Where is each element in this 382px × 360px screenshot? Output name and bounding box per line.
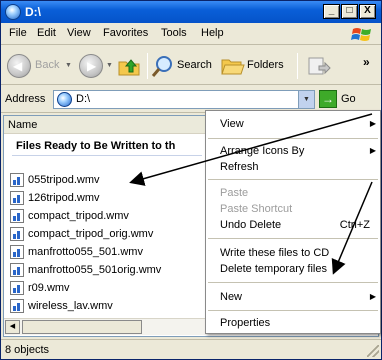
search-icon[interactable] <box>151 54 175 78</box>
forward-dropdown-icon[interactable]: ▼ <box>106 62 113 69</box>
scrollbar-thumb[interactable] <box>22 320 142 334</box>
go-arrow-icon[interactable]: → <box>319 90 337 108</box>
folders-icon[interactable] <box>221 54 245 78</box>
context-item-undo-delete[interactable]: Undo Delete <box>220 219 281 231</box>
status-text: 8 objects <box>5 344 50 356</box>
back-dropdown-icon[interactable]: ▼ <box>65 62 72 69</box>
file-name: 126tripod.wmv <box>28 192 100 204</box>
context-menu: View ▶ Arrange Icons By ▶ Refresh Paste … <box>205 110 381 334</box>
address-bar: Address D:\ ▼ → Go <box>1 85 381 113</box>
context-item-write-to-cd[interactable]: Write these files to CD <box>220 247 329 259</box>
toolbar-overflow-chevron-icon[interactable]: » <box>363 55 370 69</box>
arrow-right-icon: ▶ <box>87 59 97 73</box>
menu-bar: File Edit View Favorites Tools Help <box>1 23 381 45</box>
move-to-icon[interactable] <box>307 54 331 78</box>
context-item-arrange-icons-by[interactable]: Arrange Icons By <box>220 145 304 157</box>
drive-icon <box>5 4 21 20</box>
undo-shortcut: Ctrl+Z <box>339 219 370 231</box>
menu-separator <box>208 310 378 311</box>
context-item-view[interactable]: View <box>220 118 244 130</box>
drive-icon <box>57 92 72 107</box>
context-item-paste: Paste <box>220 187 249 199</box>
wmv-file-icon <box>10 209 24 223</box>
search-button[interactable]: Search <box>177 59 212 71</box>
wmv-file-icon <box>10 281 24 295</box>
menu-separator <box>208 138 378 139</box>
toolbar-separator <box>147 53 148 79</box>
close-button[interactable]: X <box>359 4 376 19</box>
context-item-properties[interactable]: Properties <box>220 317 270 329</box>
address-input[interactable]: D:\ ▼ <box>53 90 315 109</box>
wmv-file-icon <box>10 173 24 187</box>
menu-separator <box>208 179 378 180</box>
context-item-new[interactable]: New <box>220 291 242 303</box>
arrow-left-icon: ◀ <box>13 59 23 73</box>
column-name-header[interactable]: Name <box>8 119 37 131</box>
wmv-file-icon <box>10 299 24 313</box>
toolbar: ◀ Back ▼ ▶ ▼ Search Folders » <box>1 45 381 85</box>
menu-tools[interactable]: Tools <box>161 27 187 39</box>
context-item-delete-temporary-files[interactable]: Delete temporary files <box>220 263 327 275</box>
menu-separator <box>208 282 378 283</box>
back-button-icon[interactable]: ◀ <box>7 54 31 78</box>
menu-help[interactable]: Help <box>201 27 224 39</box>
wmv-file-icon <box>10 245 24 259</box>
back-label[interactable]: Back <box>35 59 59 71</box>
menu-favorites[interactable]: Favorites <box>103 27 148 39</box>
go-button[interactable]: Go <box>341 93 356 105</box>
title-bar[interactable]: D:\ _ □ X <box>1 1 381 23</box>
up-folder-icon[interactable] <box>117 54 141 78</box>
address-value: D:\ <box>76 93 91 105</box>
wmv-file-icon <box>10 191 24 205</box>
menu-edit[interactable]: Edit <box>37 27 56 39</box>
file-name: r09.wmv <box>28 282 70 294</box>
scroll-left-icon[interactable]: ◀ <box>5 320 20 334</box>
file-name: 055tripod.wmv <box>28 174 100 186</box>
wmv-file-icon <box>10 227 24 241</box>
menu-file[interactable]: File <box>9 27 27 39</box>
submenu-arrow-icon: ▶ <box>369 146 376 155</box>
file-name: manfrotto055_501orig.wmv <box>28 264 162 276</box>
folders-button[interactable]: Folders <box>247 59 284 71</box>
maximize-button[interactable]: □ <box>341 4 358 19</box>
toolbar-separator <box>297 53 298 79</box>
menu-separator <box>208 238 378 239</box>
context-item-paste-shortcut: Paste Shortcut <box>220 203 293 215</box>
file-name: manfrotto055_501.wmv <box>28 246 143 258</box>
menu-view[interactable]: View <box>67 27 91 39</box>
file-name: compact_tripod_orig.wmv <box>28 228 154 240</box>
group-heading: Files Ready to Be Written to th <box>16 140 176 152</box>
file-name: compact_tripod.wmv <box>28 210 129 222</box>
windows-logo-icon <box>351 28 371 41</box>
window-title: D:\ <box>25 5 41 19</box>
forward-button-icon[interactable]: ▶ <box>79 54 103 78</box>
address-label: Address <box>5 93 46 105</box>
resize-grip-icon[interactable] <box>367 345 379 357</box>
submenu-arrow-icon: ▶ <box>369 119 376 128</box>
group-divider <box>12 155 202 156</box>
context-item-refresh[interactable]: Refresh <box>220 161 259 173</box>
submenu-arrow-icon: ▶ <box>369 292 376 301</box>
status-bar: 8 objects <box>1 339 381 359</box>
address-dropdown-icon[interactable]: ▼ <box>298 91 314 108</box>
file-name: wireless_lav.wmv <box>28 300 113 312</box>
wmv-file-icon <box>10 263 24 277</box>
minimize-button[interactable]: _ <box>323 4 340 19</box>
